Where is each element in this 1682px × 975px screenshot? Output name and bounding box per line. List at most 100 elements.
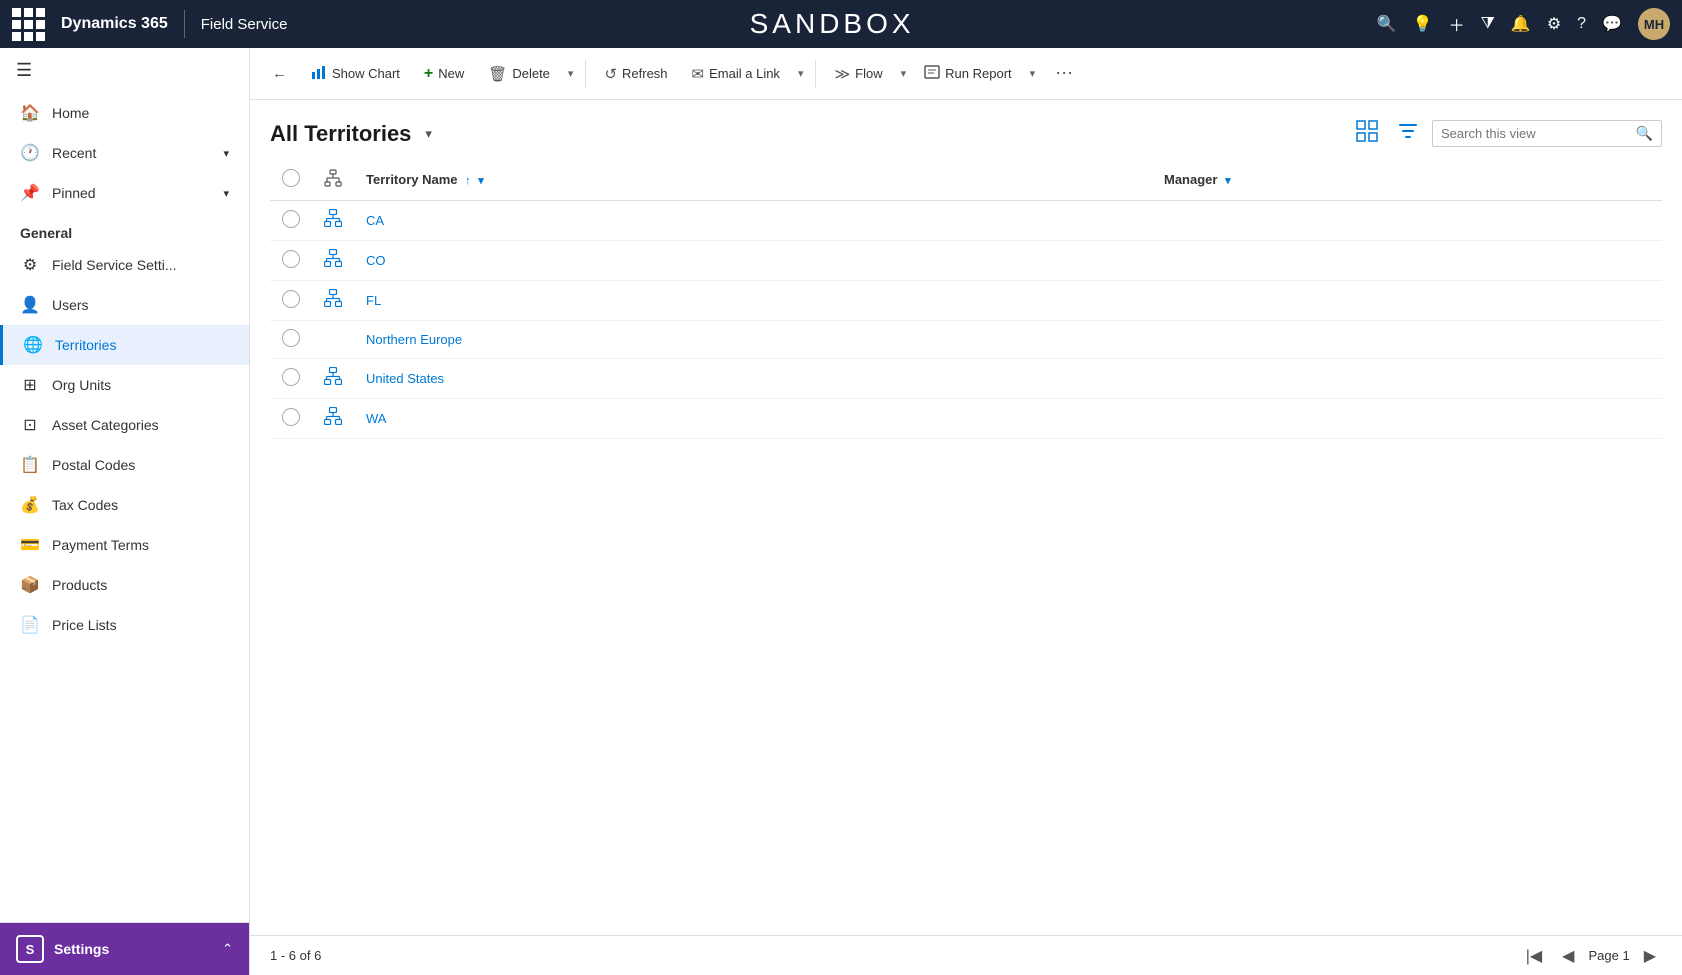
delete-icon: 🗑 — [488, 65, 507, 83]
row-check-circle-1[interactable] — [282, 250, 300, 268]
toolbar: ← Show Chart + New 🗑 Delete — [250, 48, 1682, 100]
run-report-icon — [924, 64, 940, 84]
row-checkbox-0[interactable] — [270, 201, 312, 241]
table-row: Northern Europe — [270, 321, 1662, 359]
flow-button[interactable]: ≫ Flow — [824, 59, 892, 89]
show-chart-button[interactable]: Show Chart — [301, 58, 410, 90]
bell-icon[interactable]: 🔔 — [1511, 14, 1531, 34]
run-report-button[interactable]: Run Report — [914, 58, 1021, 90]
row-checkbox-2[interactable] — [270, 281, 312, 321]
territory-icon-5 — [324, 412, 342, 429]
territory-link-5[interactable]: WA — [366, 411, 386, 426]
email-dropdown-icon[interactable]: ▾ — [794, 61, 808, 86]
search-input[interactable] — [1441, 126, 1630, 141]
delete-dropdown-icon[interactable]: ▾ — [564, 61, 578, 86]
recent-icon: 🕐 — [20, 143, 40, 163]
territory-name-column-header[interactable]: Territory Name ↑ ▾ — [354, 159, 1152, 201]
sidebar-label-products: Products — [52, 577, 107, 593]
view-title-chevron-icon[interactable]: ▾ — [425, 126, 432, 142]
row-manager-3 — [1152, 321, 1662, 359]
show-chart-label: Show Chart — [332, 66, 400, 81]
select-all-checkbox[interactable] — [270, 159, 312, 201]
flow-dropdown-icon[interactable]: ▾ — [897, 61, 911, 86]
apps-grid-icon[interactable] — [12, 8, 45, 41]
row-check-circle-4[interactable] — [282, 368, 300, 386]
sidebar-item-payment-terms[interactable]: 💳 Payment Terms — [0, 525, 249, 565]
refresh-button[interactable]: ↺ Refresh — [594, 59, 677, 89]
row-check-circle-3[interactable] — [282, 329, 300, 347]
next-page-button[interactable]: ▶ — [1638, 944, 1662, 968]
filter-icon[interactable]: ⧩ — [1481, 15, 1495, 33]
sort-asc-icon[interactable]: ↑ — [465, 175, 471, 187]
territory-link-2[interactable]: FL — [366, 293, 381, 308]
prev-page-button[interactable]: ◀ — [1556, 944, 1580, 968]
toolbar-separator-2 — [815, 60, 816, 88]
row-name-4[interactable]: United States — [354, 359, 1152, 399]
sidebar-settings-bottom[interactable]: S Settings ⌃ — [0, 922, 249, 975]
sidebar-item-users[interactable]: 👤 Users — [0, 285, 249, 325]
view-title: All Territories — [270, 121, 411, 147]
row-name-3[interactable]: Northern Europe — [354, 321, 1152, 359]
brand-name[interactable]: Dynamics 365 — [61, 15, 168, 33]
row-check-circle-5[interactable] — [282, 408, 300, 426]
sidebar-item-field-service-settings[interactable]: ⚙ Field Service Setti... — [0, 245, 249, 285]
territory-link-0[interactable]: CA — [366, 213, 384, 228]
more-options-icon[interactable]: ⋯ — [1047, 59, 1081, 88]
row-name-0[interactable]: CA — [354, 201, 1152, 241]
header-checkbox[interactable] — [282, 169, 300, 187]
search-icon[interactable]: 🔍 — [1377, 14, 1397, 34]
page-label: Page 1 — [1588, 948, 1629, 963]
territory-link-4[interactable]: United States — [366, 371, 444, 386]
row-name-5[interactable]: WA — [354, 399, 1152, 439]
sidebar-item-org-units[interactable]: ⊞ Org Units — [0, 365, 249, 405]
sidebar-item-postal-codes[interactable]: 📋 Postal Codes — [0, 445, 249, 485]
sidebar-item-asset-categories[interactable]: ⊡ Asset Categories — [0, 405, 249, 445]
sidebar-item-tax-codes[interactable]: 💰 Tax Codes — [0, 485, 249, 525]
row-name-2[interactable]: FL — [354, 281, 1152, 321]
row-checkbox-5[interactable] — [270, 399, 312, 439]
table-row: CO — [270, 241, 1662, 281]
record-count: 1 - 6 of 6 — [270, 948, 321, 963]
sidebar-label-territories: Territories — [55, 337, 116, 353]
row-checkbox-4[interactable] — [270, 359, 312, 399]
view-toggle-button[interactable] — [1350, 116, 1384, 151]
user-avatar[interactable]: MH — [1638, 8, 1670, 40]
territory-link-1[interactable]: CO — [366, 253, 386, 268]
hamburger-icon[interactable]: ☰ — [0, 48, 249, 93]
filter-view-button[interactable] — [1392, 117, 1424, 150]
run-report-dropdown-icon[interactable]: ▾ — [1026, 61, 1040, 86]
sidebar-item-home[interactable]: 🏠 Home — [0, 93, 249, 133]
search-box-icon[interactable]: 🔍 — [1636, 125, 1653, 142]
help-icon[interactable]: ? — [1577, 15, 1586, 33]
settings-icon[interactable]: ⚙ — [1547, 14, 1561, 34]
chat-icon[interactable]: 💬 — [1602, 14, 1622, 34]
price-lists-icon: 📄 — [20, 615, 40, 635]
first-page-button[interactable]: |◀ — [1520, 944, 1548, 968]
email-link-button[interactable]: ✉ Email a Link — [682, 59, 790, 89]
row-icon-cell-5 — [312, 399, 354, 439]
plus-icon[interactable]: ＋ — [1449, 12, 1465, 36]
sidebar-item-territories[interactable]: 🌐 Territories — [0, 325, 249, 365]
sidebar-item-pinned[interactable]: 📌 Pinned ▾ — [0, 173, 249, 213]
sidebar-home-label: Home — [52, 105, 89, 121]
back-button[interactable]: ← — [262, 59, 297, 88]
sidebar-label-tax-codes: Tax Codes — [52, 497, 118, 513]
row-checkbox-3[interactable] — [270, 321, 312, 359]
sidebar-item-price-lists[interactable]: 📄 Price Lists — [0, 605, 249, 645]
manager-column-header[interactable]: Manager ▾ — [1152, 159, 1662, 201]
sidebar-item-products[interactable]: 📦 Products — [0, 565, 249, 605]
lightbulb-icon[interactable]: 💡 — [1413, 14, 1433, 34]
new-button[interactable]: + New — [414, 59, 474, 89]
sidebar: ☰ 🏠 Home 🕐 Recent ▾ 📌 Pinned ▾ General ⚙… — [0, 48, 250, 975]
territory-link-3[interactable]: Northern Europe — [366, 332, 462, 347]
row-name-1[interactable]: CO — [354, 241, 1152, 281]
row-checkbox-1[interactable] — [270, 241, 312, 281]
row-check-circle-2[interactable] — [282, 290, 300, 308]
flow-label: Flow — [855, 66, 882, 81]
sidebar-item-recent[interactable]: 🕐 Recent ▾ — [0, 133, 249, 173]
module-name[interactable]: Field Service — [201, 16, 288, 33]
manager-sort-icon[interactable]: ▾ — [1225, 175, 1231, 187]
delete-button[interactable]: 🗑 Delete — [478, 59, 560, 89]
sort-desc-icon[interactable]: ▾ — [478, 175, 484, 187]
row-check-circle-0[interactable] — [282, 210, 300, 228]
